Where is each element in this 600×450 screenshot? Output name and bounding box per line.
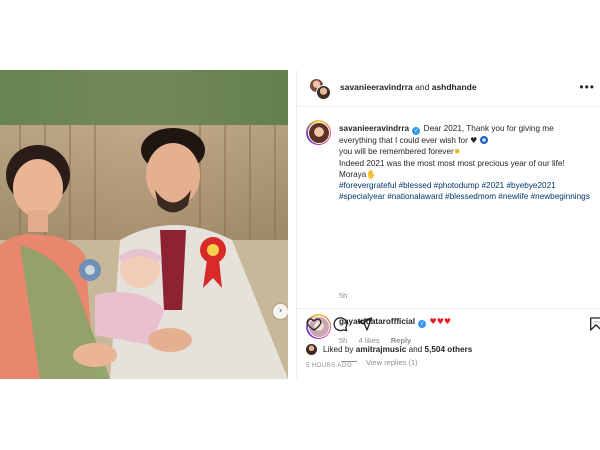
post-time: 5 HOURS AGO — [306, 362, 352, 369]
save-icon[interactable] — [588, 316, 600, 332]
caption-username[interactable]: savanieeravindrra — [339, 124, 409, 133]
carousel-next-icon[interactable]: › — [273, 304, 288, 319]
likes-prefix: Liked by — [323, 345, 354, 354]
sparkle-icon: ✸ — [453, 147, 461, 157]
evil-eye-icon — [479, 136, 488, 144]
caption-avatar[interactable] — [306, 120, 331, 145]
caption-timestamp: 5h — [339, 291, 348, 300]
comment-icon[interactable] — [332, 316, 348, 332]
caption-line3: Indeed 2021 was the most most most preci… — [339, 158, 565, 168]
likes-others-link[interactable]: 5,504 others — [425, 345, 473, 354]
header-usernames: savanieeravindrra and ashdhande — [340, 82, 477, 92]
heart-icon[interactable] — [306, 316, 322, 332]
caption: savanieeravindrra ✓ Dear 2021, Thank you… — [339, 123, 591, 203]
likes-middle: and — [408, 345, 423, 354]
view-replies-button[interactable]: View replies (1) — [341, 358, 418, 367]
black-heart-icon: ♥ — [470, 136, 478, 145]
verified-icon: ✓ — [412, 127, 421, 135]
likes-user-link[interactable]: amitrajmusic — [356, 345, 407, 354]
divider — [296, 308, 600, 309]
caption-line2: you will be remembered forever — [339, 147, 454, 157]
header-user1-link[interactable]: savanieeravindrra — [340, 82, 413, 92]
caption-line4: Moraya — [339, 169, 367, 179]
pray-icon: ✋ — [366, 169, 377, 179]
header-user2-link[interactable]: ashdhande — [432, 82, 477, 92]
post-photo[interactable]: › — [0, 70, 288, 379]
action-bar — [306, 316, 600, 334]
caption-hashtags[interactable]: #forevergrateful #blessed #photodump #20… — [339, 181, 590, 201]
more-icon[interactable]: ••• — [579, 80, 595, 94]
collab-avatars[interactable] — [309, 78, 331, 100]
avatar[interactable] — [306, 344, 317, 355]
share-icon[interactable] — [357, 316, 373, 332]
header-connector: and — [415, 82, 430, 92]
post-header: savanieeravindrra and ashdhande ••• — [297, 70, 600, 107]
avatar[interactable] — [316, 85, 331, 100]
likes-summary: Liked by amitrajmusic and 5,504 others — [306, 344, 472, 355]
